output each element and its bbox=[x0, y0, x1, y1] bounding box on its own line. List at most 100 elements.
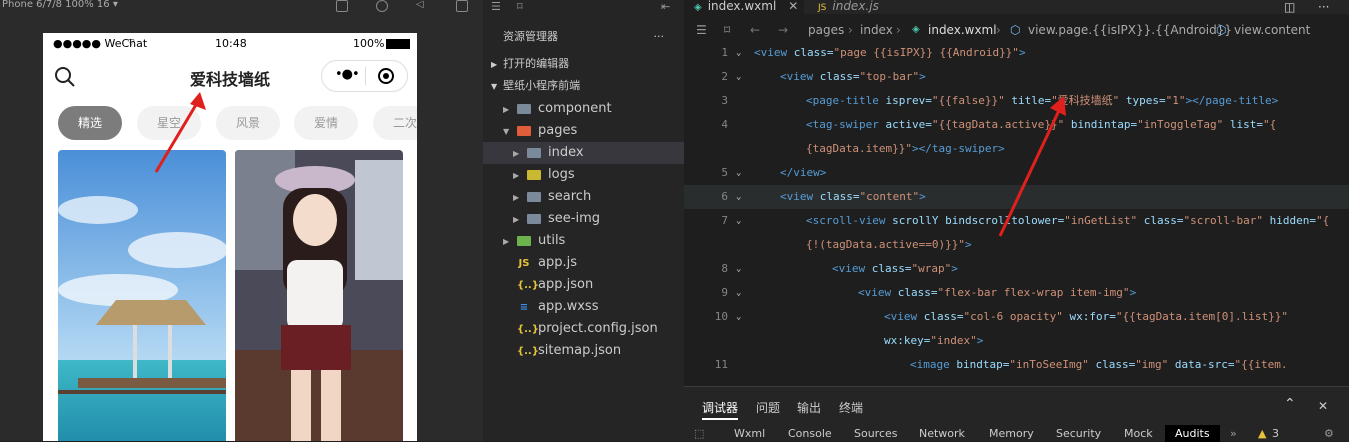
project-section[interactable]: ▼ 壁纸小程序前端 bbox=[483, 75, 684, 97]
tab-problems[interactable]: 问题 bbox=[756, 399, 780, 416]
code-line[interactable]: 9 ⌄ <view class="flex-bar flex-wrap item-i… bbox=[684, 281, 1349, 305]
list-icon[interactable]: ☰ bbox=[491, 0, 501, 13]
more-icon[interactable]: ··· bbox=[654, 26, 665, 48]
js-file-icon: JS bbox=[518, 258, 530, 269]
device-selector[interactable]: Phone 6/7/8 100% 16 ▾ bbox=[2, 0, 118, 10]
tag-item[interactable]: 爱情 bbox=[294, 106, 358, 140]
settings-icon[interactable]: ⚙ bbox=[1324, 427, 1334, 440]
window-icon[interactable] bbox=[456, 0, 468, 12]
tab-sources[interactable]: Sources bbox=[854, 427, 898, 440]
tree-item-see-img[interactable]: ▶ see-img bbox=[483, 208, 684, 230]
code-text: <view class="flex-bar flex-wrap item-img… bbox=[858, 281, 1136, 305]
tree-item-component[interactable]: ▶ component bbox=[483, 98, 684, 120]
breadcrumb-item[interactable]: index bbox=[860, 19, 893, 41]
volume-icon[interactable]: ◁ bbox=[416, 0, 428, 12]
inspect-icon[interactable]: ⬚ bbox=[694, 427, 704, 440]
more-tabs-icon[interactable]: » bbox=[1230, 427, 1237, 440]
wallpaper-beach-image[interactable] bbox=[58, 150, 226, 441]
battery-icon bbox=[386, 39, 410, 49]
fold-icon[interactable]: ⌄ bbox=[736, 257, 741, 281]
tree-item-logs[interactable]: ▶ logs bbox=[483, 164, 684, 186]
tab-mock[interactable]: Mock bbox=[1124, 427, 1153, 440]
bookmark-icon[interactable]: ⌑ bbox=[724, 19, 730, 41]
code-line[interactable]: 1 ⌄ <view class="page {{isIPX}} {{Android}… bbox=[684, 41, 1349, 65]
code-line[interactable]: 7 ⌄ <scroll-view scrollY bindscrolltolower… bbox=[684, 209, 1349, 233]
tab-audits[interactable]: Audits bbox=[1165, 425, 1220, 442]
tree-item-pages[interactable]: ▼ pages bbox=[483, 120, 684, 142]
code-line[interactable]: wx:key="index"> bbox=[684, 329, 1349, 353]
tab-index-js[interactable]: JS index.js bbox=[810, 0, 920, 14]
tag-item[interactable]: 二次 bbox=[373, 106, 417, 140]
tab-memory[interactable]: Memory bbox=[989, 427, 1034, 440]
code-token: <tag-swiper bbox=[806, 118, 886, 131]
record-icon[interactable] bbox=[376, 0, 388, 12]
tree-item-sitemap-json[interactable]: {..}sitemap.json bbox=[483, 340, 684, 362]
wallpaper-anime-girl-image[interactable] bbox=[235, 150, 403, 441]
tree-item-index[interactable]: ▶ index bbox=[483, 142, 684, 164]
code-token: ></page-title> bbox=[1185, 94, 1279, 107]
breadcrumb-item[interactable]: view.content bbox=[1234, 19, 1310, 41]
code-line[interactable]: 11 <image bindtap="inToSeeImg" class="img… bbox=[684, 353, 1349, 377]
tree-item-project-config-json[interactable]: {..}project.config.json bbox=[483, 318, 684, 340]
code-line[interactable]: 2 ⌄ <view class="top-bar"> bbox=[684, 65, 1349, 89]
breadcrumb-item[interactable]: pages bbox=[808, 19, 844, 41]
code-token: <view bbox=[780, 70, 820, 83]
code-token: <scroll-view bbox=[806, 214, 893, 227]
fold-icon[interactable]: ⌄ bbox=[736, 65, 741, 89]
tab-security[interactable]: Security bbox=[1056, 427, 1101, 440]
code-token: class= bbox=[897, 286, 938, 299]
bookmark-icon[interactable]: ⌑ bbox=[517, 0, 523, 13]
tab-console[interactable]: Console bbox=[788, 427, 832, 440]
tab-index-wxml[interactable]: ◈ index.wxml ✕ bbox=[684, 0, 804, 14]
tab-terminal[interactable]: 终端 bbox=[839, 399, 863, 416]
code-token: "{{false}}" bbox=[931, 94, 1005, 107]
code-line[interactable]: 4 <tag-swiper active="{{tagData.active}}"… bbox=[684, 113, 1349, 137]
close-icon[interactable]: ✕ bbox=[1318, 399, 1328, 413]
tree-item-app-json[interactable]: {..}app.json bbox=[483, 274, 684, 296]
fold-icon[interactable]: ⌄ bbox=[736, 305, 741, 329]
warning-count[interactable]: 3 bbox=[1272, 427, 1279, 440]
list-icon[interactable]: ☰ bbox=[696, 19, 707, 41]
code-line[interactable]: 8 ⌄ <view class="wrap"> bbox=[684, 257, 1349, 281]
phone-icon[interactable] bbox=[336, 0, 348, 12]
close-tab-icon[interactable]: ✕ bbox=[788, 0, 798, 13]
collapse-icon[interactable]: ⇤ bbox=[661, 0, 670, 13]
fold-icon[interactable]: ⌄ bbox=[736, 209, 741, 233]
back-icon[interactable]: ← bbox=[750, 19, 760, 41]
more-dots-icon[interactable]: •●• bbox=[335, 67, 360, 82]
fold-icon[interactable]: ⌄ bbox=[736, 41, 741, 65]
tree-item-search[interactable]: ▶ search bbox=[483, 186, 684, 208]
breadcrumb-item[interactable]: index.wxml bbox=[928, 19, 997, 41]
tag-item[interactable]: 精选 bbox=[58, 106, 122, 140]
chevron-right-icon: ▶ bbox=[491, 60, 498, 69]
close-miniprogram-icon[interactable] bbox=[378, 68, 394, 84]
forward-icon[interactable]: → bbox=[778, 19, 788, 41]
tree-item-app-js[interactable]: JS app.js bbox=[483, 252, 684, 274]
tab-wxml[interactable]: Wxml bbox=[734, 427, 765, 440]
fold-icon[interactable]: ⌄ bbox=[736, 185, 741, 209]
code-line[interactable]: 3 <page-title isprev="{{false}}" title="爱… bbox=[684, 89, 1349, 113]
status-time: 10:48 bbox=[215, 37, 247, 50]
tab-output[interactable]: 输出 bbox=[797, 399, 821, 416]
code-line[interactable]: {tagData.item}}"></tag-swiper> bbox=[684, 137, 1349, 161]
tree-item-app-wxss[interactable]: ≡ app.wxss bbox=[483, 296, 684, 318]
fold-icon[interactable]: ⌄ bbox=[736, 161, 741, 185]
tree-item-utils[interactable]: ▶ utils bbox=[483, 230, 684, 252]
fold-icon[interactable]: ⌄ bbox=[736, 281, 741, 305]
tag-item[interactable]: 风景 bbox=[216, 106, 280, 140]
chevron-up-icon[interactable]: ⌃ bbox=[1284, 396, 1296, 412]
code-line[interactable]: 10 ⌄ <view class="col-6 opacity" wx:for="{… bbox=[684, 305, 1349, 329]
code-line[interactable]: 5 ⌄ </view> bbox=[684, 161, 1349, 185]
tag-item[interactable]: 星空 bbox=[137, 106, 201, 140]
tab-debugger[interactable]: 调试器 bbox=[702, 399, 739, 420]
code-line[interactable]: 6 ⌄ <view class="content"> bbox=[684, 185, 1349, 209]
more-actions-icon[interactable]: ··· bbox=[1318, 0, 1329, 14]
code-token: <view bbox=[832, 262, 872, 275]
code-line[interactable]: {!(tagData.active==0)}}"> bbox=[684, 233, 1349, 257]
tab-network[interactable]: Network bbox=[919, 427, 965, 440]
split-editor-icon[interactable]: ◫ bbox=[1284, 0, 1295, 14]
capsule-menu[interactable]: •●• bbox=[321, 60, 408, 92]
code-token: {tagData.item}}" bbox=[806, 142, 912, 155]
open-editors-section[interactable]: ▶ 打开的编辑器 bbox=[483, 53, 684, 75]
tree-item-label: project.config.json bbox=[538, 321, 658, 336]
